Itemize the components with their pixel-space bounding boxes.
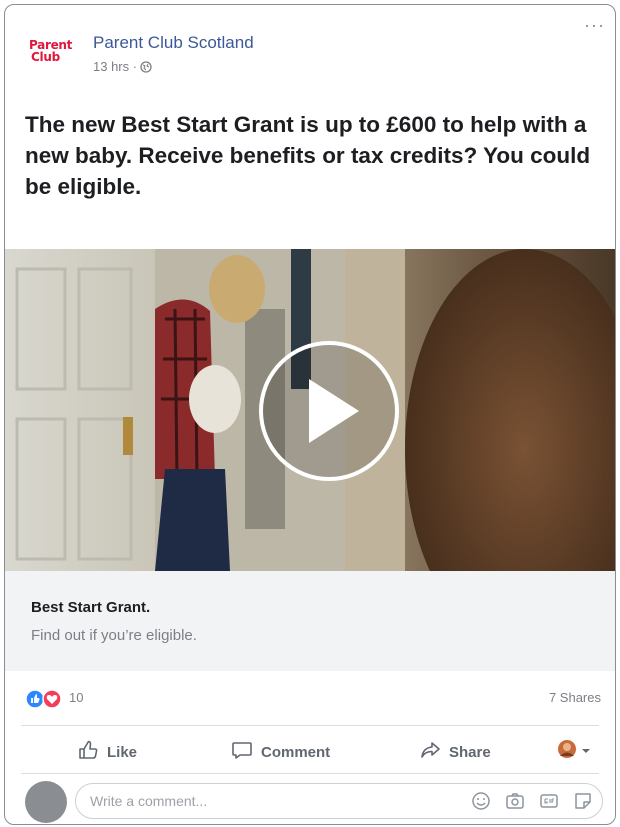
user-avatar[interactable] (25, 781, 67, 823)
divider-top (21, 725, 599, 726)
camera-icon[interactable] (504, 790, 526, 812)
post-meta: 13 hrs · (93, 59, 152, 74)
share-button[interactable]: Share (419, 739, 491, 765)
link-preview[interactable]: Best Start Grant. Find out if you’re eli… (5, 571, 615, 671)
globe-icon (140, 60, 152, 73)
comment-placeholder: Write a comment... (90, 793, 208, 809)
emoji-icon[interactable] (470, 790, 492, 812)
share-icon (419, 739, 441, 765)
comment-label: Comment (261, 743, 331, 761)
comment-input-icons (470, 790, 594, 812)
sticker-icon[interactable] (572, 790, 594, 812)
video-player[interactable] (5, 249, 615, 571)
post-card: Parent Club Parent Club Scotland 13 hrs … (4, 4, 616, 825)
video-thumbnail (5, 249, 615, 571)
comment-composer: Write a comment... (5, 773, 615, 824)
comment-button[interactable]: Comment (231, 739, 330, 765)
share-label: Share (449, 743, 491, 761)
comment-input[interactable]: Write a comment... (75, 783, 603, 819)
shares-count[interactable]: 7 Shares (549, 690, 601, 705)
reactions-bar: 10 7 Shares (5, 671, 615, 725)
logo-text: Parent Club (29, 39, 72, 63)
like-label: Like (107, 743, 138, 761)
post-text: The new Best Start Grant is up to £600 t… (25, 112, 591, 199)
more-options-button[interactable]: ··· (584, 15, 605, 36)
thumbs-up-icon (77, 739, 99, 765)
profile-mini-avatar (557, 739, 577, 763)
reaction-count[interactable]: 10 (69, 690, 83, 705)
gif-icon[interactable] (538, 790, 560, 812)
post-header: Parent Club Parent Club Scotland 13 hrs … (5, 5, 615, 95)
like-button[interactable]: Like (77, 739, 137, 765)
page-name-link[interactable]: Parent Club Scotland (93, 33, 254, 53)
reaction-icons[interactable] (25, 689, 62, 714)
reaction-audience-selector[interactable] (557, 739, 591, 763)
page-logo[interactable]: Parent Club (23, 25, 81, 79)
comment-icon (231, 739, 253, 765)
link-subtitle[interactable]: Find out if you’re eligible. (31, 627, 197, 644)
chevron-down-icon (581, 743, 591, 760)
love-reaction-icon (42, 689, 62, 714)
link-title[interactable]: Best Start Grant. (31, 599, 150, 616)
action-bar: Like Comment Share (5, 727, 615, 773)
logo-text-line2: Club (31, 50, 60, 64)
post-time[interactable]: 13 hrs · (93, 59, 137, 74)
